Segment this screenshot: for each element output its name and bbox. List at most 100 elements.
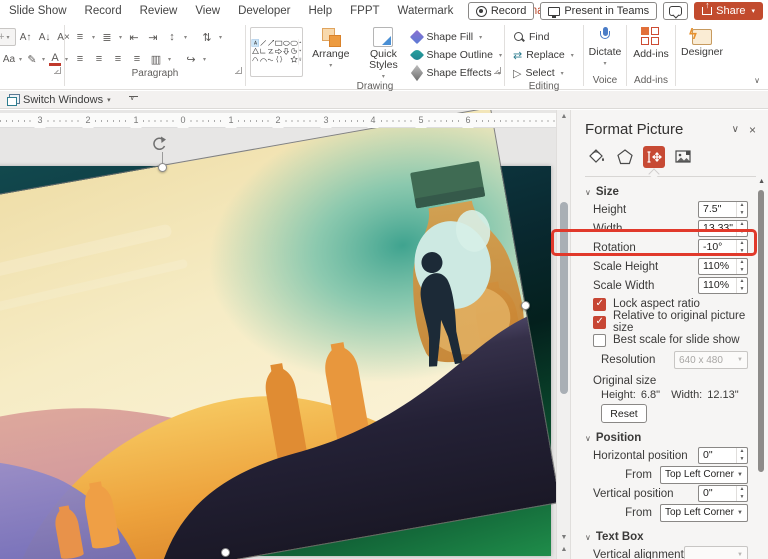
vertical-position-spinner[interactable]: 0" ▲ ▼ [698, 485, 748, 502]
tab-picture[interactable] [672, 146, 694, 168]
dictate-button[interactable]: Dictate ▾ [584, 25, 627, 67]
arrange-caret-icon: ▾ [329, 63, 333, 69]
menu-tab-watermark[interactable]: Watermark [389, 0, 463, 22]
find-button[interactable]: Find [513, 29, 576, 45]
next-slide-icon[interactable]: ▲ [557, 546, 570, 553]
scroll-up-icon[interactable]: ▲ [557, 113, 570, 120]
picture-bottom-handle[interactable] [221, 548, 230, 557]
ruler-mark: 4 [367, 113, 379, 128]
lock-aspect-ratio-checkbox[interactable] [593, 297, 606, 311]
panel-scrollbar-thumb[interactable] [758, 190, 764, 472]
font-size-combo[interactable]: 4+▾ [0, 28, 16, 46]
horizontal-from-dropdown[interactable]: Top Left Corner ▼ [660, 465, 748, 484]
canvas-scrollbar[interactable]: ▲ ▼ ▲ [556, 110, 570, 559]
tab-fill-line[interactable] [585, 146, 607, 168]
tab-effects[interactable] [614, 146, 636, 168]
scale-width-spinner[interactable]: 110% ▲ ▼ [698, 277, 748, 294]
height-spinner[interactable]: 7.5" ▲ ▼ [698, 201, 748, 218]
relative-original-row[interactable]: Relative to original picture size [593, 310, 768, 334]
change-case-icon[interactable] [0, 50, 18, 68]
find-label: Find [529, 31, 550, 43]
picture-top-handle[interactable] [158, 163, 167, 172]
increase-font-size-icon[interactable] [17, 28, 35, 46]
numbering-icon[interactable] [98, 28, 116, 46]
comments-button[interactable] [663, 2, 689, 20]
rotation-spinner[interactable]: -10° ▲ ▼ [698, 239, 748, 256]
horizontal-position-spinner[interactable]: 0" ▲ ▼ [698, 447, 748, 464]
textbox-section-header[interactable]: ∨ Text Box [585, 531, 768, 543]
size-section-header[interactable]: ∨ Size [585, 186, 768, 198]
shape-outline-button[interactable]: Shape Outline ▾ [410, 47, 504, 63]
menu-tab-developer[interactable]: Developer [229, 0, 299, 22]
menu-tab-slide-show[interactable]: Slide Show [0, 0, 76, 22]
tab-size-properties[interactable] [643, 146, 665, 168]
horizontal-ruler: 3 2 1 0 1 2 3 4 5 6 [0, 113, 556, 128]
record-button[interactable]: Record [467, 2, 535, 20]
shapes-gallery[interactable] [250, 27, 304, 77]
select-button[interactable]: Select▾ [513, 65, 576, 81]
bullets-icon[interactable] [71, 28, 89, 46]
line-spacing-icon[interactable] [163, 28, 181, 46]
shape-outline-icon [410, 47, 425, 63]
align-center-icon[interactable] [90, 50, 108, 68]
align-left-icon[interactable] [71, 50, 89, 68]
decrease-font-size-icon[interactable] [36, 28, 54, 46]
designer-button[interactable]: Designer [676, 25, 728, 58]
width-spinner[interactable]: 13.33" ▲ ▼ [698, 220, 748, 237]
font-color-icon[interactable]: A [49, 52, 61, 66]
increase-indent-icon[interactable] [144, 28, 162, 46]
quick-styles-button[interactable]: Quick Styles ▾ [358, 25, 408, 80]
gallery-scroll-icons[interactable] [299, 41, 302, 62]
share-icon [702, 0, 713, 15]
menu-tab-review[interactable]: Review [131, 0, 187, 22]
menu-tab-help[interactable]: Help [299, 0, 341, 22]
font-dialog-launcher-icon[interactable] [54, 67, 61, 74]
panel-scroll-up-icon[interactable]: ▲ [758, 178, 765, 185]
shape-effects-icon [411, 64, 424, 82]
reset-button[interactable]: Reset [601, 404, 647, 423]
shape-effects-button[interactable]: Shape Effects ▾ [411, 64, 504, 82]
align-justify-icon[interactable] [128, 50, 146, 68]
shape-fill-button[interactable]: Shape Fill ▾ [410, 29, 504, 45]
scale-height-spinner[interactable]: 110% ▲ ▼ [698, 258, 748, 275]
ribbon: 4+▾ ▾ ▾ A▾ ▾ ▾ [0, 22, 768, 92]
format-picture-panel: Format Picture ∨ × ∨ Size Height 7.5" ▲ … [570, 110, 768, 559]
vertical-from-dropdown[interactable]: Top Left Corner ▼ [660, 503, 748, 522]
replace-button[interactable]: Replace▾ [513, 47, 576, 63]
ribbon-pin-icon[interactable] [128, 94, 138, 103]
ruler-mark: 0 [177, 113, 189, 128]
arrange-button[interactable]: Arrange ▾ [307, 25, 354, 69]
dictate-caret-icon: ▾ [603, 61, 607, 67]
menu-tab-view[interactable]: View [186, 0, 229, 22]
original-height-label: Height: [601, 389, 636, 401]
columns-icon[interactable] [147, 50, 165, 68]
present-in-teams-button[interactable]: Present in Teams [540, 2, 658, 20]
addins-button[interactable]: Add-ins [628, 25, 674, 60]
rotation-handle-icon[interactable] [150, 135, 168, 153]
menu-tab-fppt[interactable]: FPPT [341, 0, 388, 22]
best-scale-checkbox[interactable] [593, 333, 606, 347]
ruler-mark: 1 [130, 113, 142, 128]
share-button[interactable]: Share ▾ [694, 0, 763, 20]
position-section-header[interactable]: ∨ Position [585, 432, 768, 444]
quick-styles-icon [373, 27, 394, 47]
drawing-dialog-launcher-icon[interactable] [494, 67, 501, 74]
collapse-ribbon-icon[interactable]: ∨ [754, 76, 760, 85]
switch-windows-button[interactable]: Switch Windows [23, 94, 103, 106]
sort-icon[interactable] [198, 28, 216, 46]
convert-smartart-icon[interactable] [182, 50, 200, 68]
canvas-scrollbar-thumb[interactable] [560, 202, 568, 394]
slide-canvas[interactable]: 3 2 1 0 1 2 3 4 5 6 ▲ ▼ ▲ [0, 110, 570, 559]
menu-tab-record[interactable]: Record [76, 0, 131, 22]
panel-close-icon[interactable]: × [749, 123, 756, 137]
align-right-icon[interactable] [109, 50, 127, 68]
designer-icon [689, 26, 712, 45]
decrease-indent-icon[interactable] [125, 28, 143, 46]
scroll-down-icon[interactable]: ▼ [557, 534, 570, 541]
text-highlight-icon[interactable] [23, 50, 41, 68]
picture-right-handle[interactable] [521, 301, 530, 310]
paragraph-dialog-launcher-icon[interactable] [235, 67, 242, 74]
panel-collapse-icon[interactable]: ∨ [732, 124, 739, 135]
relative-original-checkbox[interactable] [593, 315, 606, 329]
present-in-teams-icon [548, 6, 561, 18]
